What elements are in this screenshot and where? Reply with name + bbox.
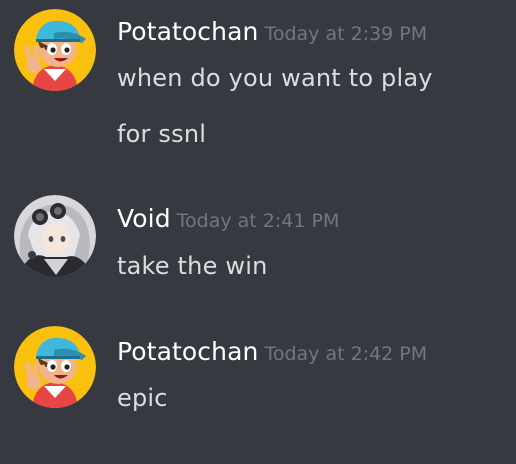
username[interactable]: Void	[117, 204, 171, 233]
timestamp: Today at 2:39 PM	[264, 23, 428, 45]
message-header: Void Today at 2:41 PM	[117, 204, 339, 233]
anime-girl-avatar-icon	[14, 195, 96, 277]
message-text: for ssnl	[117, 120, 207, 148]
message-header: Potatochan Today at 2:42 PM	[117, 337, 427, 366]
chat-messages: Potatochan Today at 2:39 PM when do you w…	[0, 0, 516, 464]
message-text: take the win	[117, 252, 268, 280]
message-text: epic	[117, 384, 168, 412]
message-header: Potatochan Today at 2:39 PM	[117, 17, 427, 46]
username[interactable]: Potatochan	[117, 17, 258, 46]
cartoon-boy-cap-avatar-icon	[14, 9, 96, 91]
message-text: when do you want to play	[117, 64, 433, 92]
avatar[interactable]	[14, 9, 96, 91]
avatar[interactable]	[14, 326, 96, 408]
timestamp: Today at 2:42 PM	[264, 343, 428, 365]
timestamp: Today at 2:41 PM	[176, 210, 340, 232]
avatar[interactable]	[14, 195, 96, 277]
cartoon-boy-cap-avatar-icon	[14, 326, 96, 408]
username[interactable]: Potatochan	[117, 337, 258, 366]
